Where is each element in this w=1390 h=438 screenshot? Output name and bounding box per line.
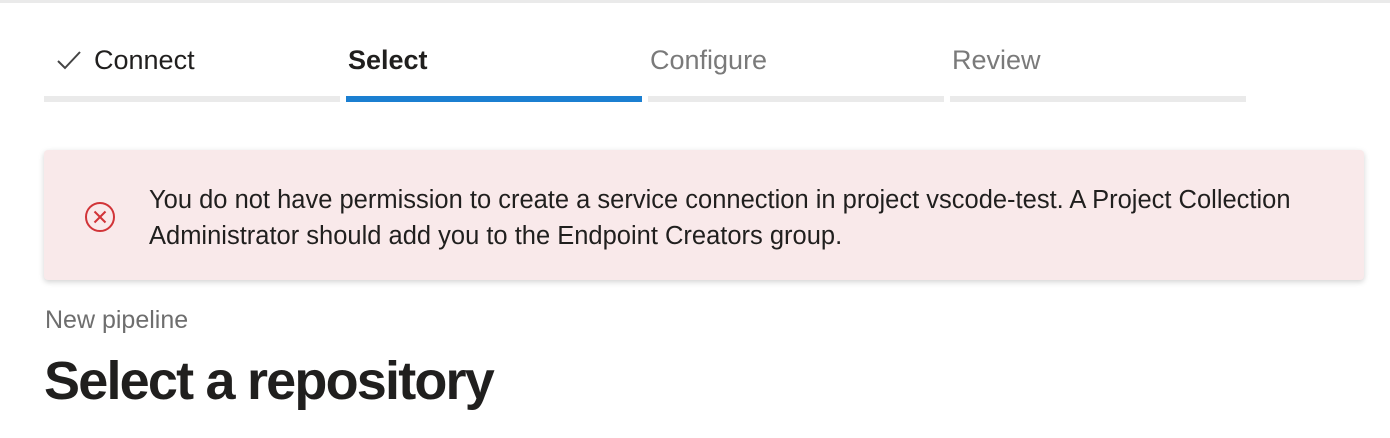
step-label: Connect xyxy=(94,44,195,75)
wizard-step-connect[interactable]: Connect xyxy=(44,38,340,102)
wizard-step-review[interactable]: Review xyxy=(950,38,1246,102)
step-progress-bar xyxy=(44,96,340,102)
step-label: Select xyxy=(348,44,428,75)
step-progress-bar xyxy=(346,96,642,102)
step-label: Configure xyxy=(650,44,768,75)
checkmark-icon xyxy=(57,51,81,70)
wizard-step-configure[interactable]: Configure xyxy=(648,38,944,102)
page-title: Select a repository xyxy=(44,351,495,411)
step-label-row: Review xyxy=(952,42,1041,78)
breadcrumb: New pipeline xyxy=(45,306,189,334)
step-progress-bar xyxy=(648,96,944,102)
step-label-row: Connect xyxy=(46,42,195,78)
step-label-row: Configure xyxy=(650,42,767,78)
step-label-row: Select xyxy=(348,42,428,78)
wizard-step-select[interactable]: Select xyxy=(346,38,642,102)
step-progress-bar xyxy=(950,96,1246,102)
error-message-bar: You do not have permission to create a s… xyxy=(44,150,1364,280)
error-circle-x-icon xyxy=(85,202,115,232)
wizard-steps: Connect Select Configure Review xyxy=(44,38,1246,102)
step-label: Review xyxy=(952,44,1041,75)
top-divider xyxy=(0,0,1390,3)
error-message-text: You do not have permission to create a s… xyxy=(149,186,1291,250)
